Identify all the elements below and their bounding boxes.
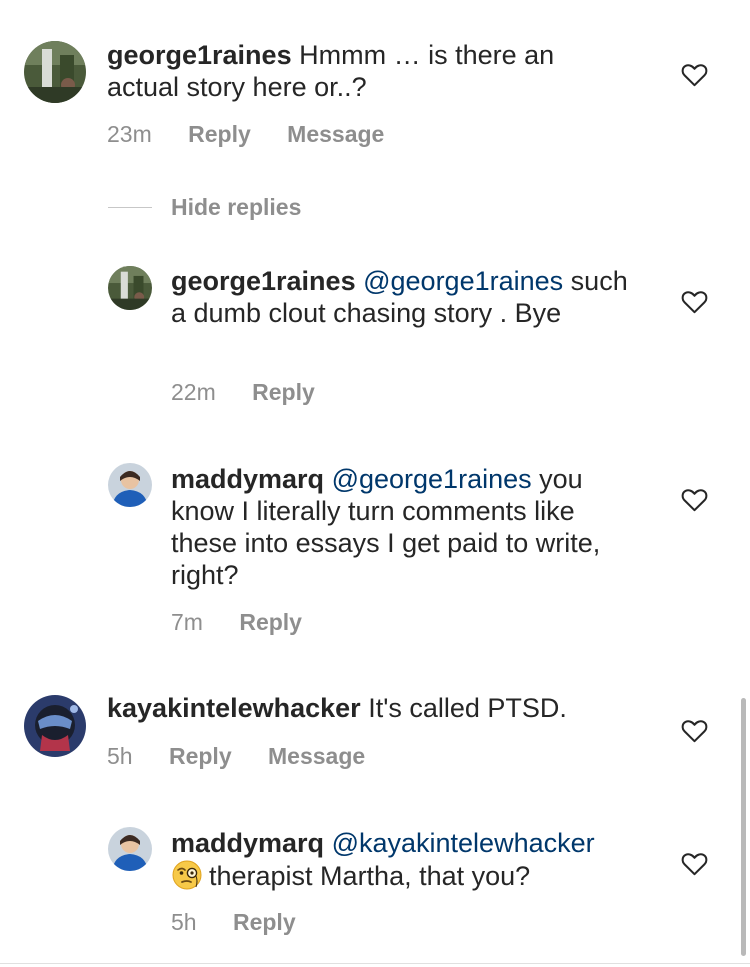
comment-text: kayakintelewhacker It's called PTSD. [107,692,627,724]
heart-icon[interactable] [681,289,708,314]
hide-replies-toggle[interactable]: Hide replies [108,192,301,222]
avatar[interactable] [108,266,152,310]
hide-replies-label[interactable]: Hide replies [171,194,301,221]
reply-meta: 5h Reply [171,909,296,936]
avatar-person-photo [108,463,152,507]
divider [0,963,750,964]
reply-username[interactable]: george1raines [171,266,356,296]
reply-button[interactable]: Reply [239,609,302,636]
reply-meta: 7m Reply [171,609,302,636]
reply-time: 7m [171,609,203,635]
reply-text: maddymarq @kayakintelewhacker therapist … [171,827,641,892]
face-with-monocle-emoji [171,859,203,891]
divider-line [108,206,152,208]
avatar[interactable] [24,41,86,103]
comment-meta: 5h Reply Message [107,743,365,770]
reply-button[interactable]: Reply [233,909,296,936]
reply-button[interactable]: Reply [252,379,315,406]
avatar-waterfall-photo [24,41,86,103]
heart-icon[interactable] [681,62,708,87]
avatar[interactable] [24,695,86,757]
reply-button[interactable]: Reply [188,121,251,148]
comment-text: george1raines Hmmm … is there an actual … [107,39,627,103]
comment-time: 23m [107,121,152,147]
comment-username[interactable]: george1raines [107,40,292,70]
comment-time: 5h [107,743,133,769]
mention-link[interactable]: @kayakintelewhacker [332,828,595,858]
scrollbar[interactable] [741,698,746,956]
reply-username[interactable]: maddymarq [171,828,324,858]
avatar-waterfall-photo [108,266,152,310]
heart-icon[interactable] [681,718,708,743]
message-button[interactable]: Message [268,743,365,770]
avatar[interactable] [108,827,152,871]
avatar[interactable] [108,463,152,507]
reply-text: maddymarq @george1raines you know I lite… [171,463,641,591]
comment-body: It's called PTSD. [368,693,567,723]
reply-text: george1raines @george1raines such a dumb… [171,265,641,329]
heart-icon[interactable] [681,487,708,512]
reply-body: therapist Martha, that you? [209,861,531,891]
comment-username[interactable]: kayakintelewhacker [107,693,361,723]
reply-username[interactable]: maddymarq [171,464,324,494]
heart-icon[interactable] [681,851,708,876]
reply-time: 5h [171,909,197,935]
reply-button[interactable]: Reply [169,743,232,770]
mention-link[interactable]: @george1raines [363,266,563,296]
message-button[interactable]: Message [287,121,384,148]
mention-link[interactable]: @george1raines [332,464,532,494]
avatar-person-photo [108,827,152,871]
reply-time: 22m [171,379,216,405]
avatar-helmet-photo [24,695,86,757]
reply-meta: 22m Reply [171,379,315,406]
comment-meta: 23m Reply Message [107,121,384,148]
